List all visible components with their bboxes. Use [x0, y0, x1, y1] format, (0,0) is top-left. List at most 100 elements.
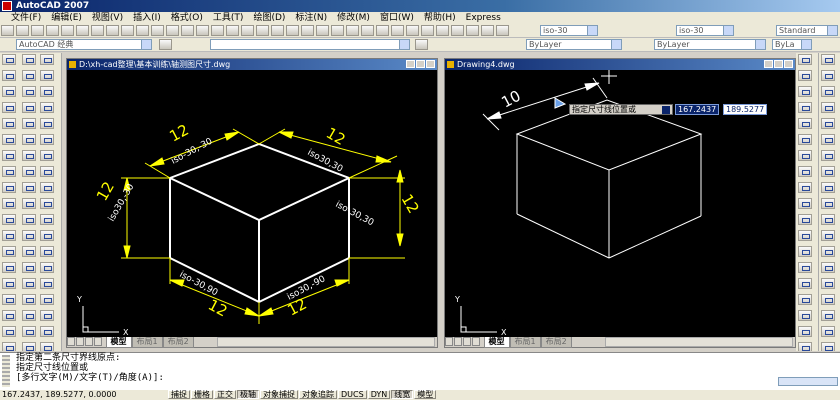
dim-style-combo-1[interactable]: iso-30	[540, 25, 598, 36]
side-tool-icon[interactable]	[821, 342, 835, 351]
workspace-combo[interactable]: AutoCAD 经典	[16, 39, 152, 50]
side-tool-icon[interactable]	[22, 102, 36, 113]
side-tool-icon[interactable]	[40, 134, 54, 145]
workspace-settings-icon[interactable]	[159, 39, 172, 50]
drawing-window-2[interactable]: Drawing4.dwg 10 Y X 指定尺寸线位置或 167.2437 18…	[444, 58, 796, 348]
side-tool-icon[interactable]	[798, 166, 812, 177]
minimize-button[interactable]	[406, 60, 415, 68]
side-tool-icon[interactable]	[2, 86, 16, 97]
toolbar-tool-icon[interactable]	[376, 25, 389, 36]
side-tool-icon[interactable]	[2, 102, 16, 113]
menu-item[interactable]: 插入(I)	[128, 12, 166, 24]
plot-style-combo[interactable]: ByLa	[772, 39, 812, 50]
side-tool-icon[interactable]	[2, 326, 16, 337]
next-tab-icon[interactable]	[85, 337, 93, 346]
toolbar-tool-icon[interactable]	[181, 25, 194, 36]
side-tool-icon[interactable]	[798, 150, 812, 161]
status-mode-button[interactable]: 正交	[214, 390, 236, 399]
menu-item[interactable]: 帮助(H)	[419, 12, 461, 24]
side-tool-icon[interactable]	[821, 102, 835, 113]
status-mode-button[interactable]: 线宽	[391, 390, 414, 399]
toolbar-tool-icon[interactable]	[76, 25, 89, 36]
tab-model[interactable]: 模型	[483, 337, 510, 348]
toolbar-tool-icon[interactable]	[31, 25, 44, 36]
menu-item[interactable]: Express	[461, 12, 506, 24]
side-tool-icon[interactable]	[798, 326, 812, 337]
toolbar-tool-icon[interactable]	[361, 25, 374, 36]
side-tool-icon[interactable]	[798, 294, 812, 305]
side-tool-icon[interactable]	[2, 70, 16, 81]
command-line[interactable]: 指定第二条尺寸界线原点: 指定尺寸线位置或 [多行文字(M)/文字(T)/角度(…	[0, 352, 840, 390]
side-tool-icon[interactable]	[798, 182, 812, 193]
side-tool-icon[interactable]	[821, 310, 835, 321]
next-tab-icon[interactable]	[463, 337, 471, 346]
side-tool-icon[interactable]	[821, 198, 835, 209]
layer-previous-icon[interactable]	[415, 39, 428, 50]
side-tool-icon[interactable]	[40, 54, 54, 65]
side-tool-icon[interactable]	[22, 166, 36, 177]
toolbar-tool-icon[interactable]	[226, 25, 239, 36]
toolbar-tool-icon[interactable]	[481, 25, 494, 36]
toolbar-tool-icon[interactable]	[436, 25, 449, 36]
layer-combo[interactable]	[210, 39, 410, 50]
model-space-canvas-1[interactable]: 12 12 12 12 12 12 iso-30,-30 iso30,30 is…	[67, 70, 437, 337]
menu-item[interactable]: 编辑(E)	[46, 12, 87, 24]
toolbar-tool-icon[interactable]	[1, 25, 14, 36]
side-tool-icon[interactable]	[798, 342, 812, 351]
toolbar-tool-icon[interactable]	[316, 25, 329, 36]
side-tool-icon[interactable]	[40, 262, 54, 273]
command-prompt-line[interactable]: [多行文字(M)/文字(T)/角度(A)]:	[16, 373, 840, 383]
menu-item[interactable]: 视图(V)	[87, 12, 128, 24]
toolbar-tool-icon[interactable]	[151, 25, 164, 36]
side-tool-icon[interactable]	[821, 214, 835, 225]
side-tool-icon[interactable]	[798, 86, 812, 97]
side-tool-icon[interactable]	[798, 198, 812, 209]
side-tool-icon[interactable]	[798, 54, 812, 65]
status-mode-button[interactable]: 对象捕捉	[260, 390, 298, 399]
menu-item[interactable]: 修改(M)	[332, 12, 375, 24]
close-button[interactable]	[426, 60, 435, 68]
side-tool-icon[interactable]	[821, 118, 835, 129]
side-tool-icon[interactable]	[821, 326, 835, 337]
dim-style-combo-2[interactable]: iso-30	[676, 25, 734, 36]
side-tool-icon[interactable]	[798, 118, 812, 129]
side-tool-icon[interactable]	[2, 342, 16, 351]
close-button[interactable]	[784, 60, 793, 68]
side-tool-icon[interactable]	[2, 214, 16, 225]
status-mode-button[interactable]: 栅格	[191, 390, 213, 399]
toolbar-tool-icon[interactable]	[451, 25, 464, 36]
side-tool-icon[interactable]	[2, 278, 16, 289]
status-mode-button[interactable]: 对象追踪	[299, 390, 337, 399]
side-tool-icon[interactable]	[22, 262, 36, 273]
dynamic-input-y[interactable]: 189.5277	[723, 104, 767, 115]
side-tool-icon[interactable]	[22, 310, 36, 321]
side-tool-icon[interactable]	[40, 150, 54, 161]
side-tool-icon[interactable]	[22, 70, 36, 81]
status-mode-button[interactable]: DUCS	[338, 390, 367, 399]
side-tool-icon[interactable]	[821, 294, 835, 305]
side-tool-icon[interactable]	[40, 70, 54, 81]
side-tool-icon[interactable]	[40, 246, 54, 257]
toolbar-tool-icon[interactable]	[61, 25, 74, 36]
restore-button[interactable]	[416, 60, 425, 68]
side-tool-icon[interactable]	[22, 342, 36, 351]
side-tool-icon[interactable]	[2, 198, 16, 209]
side-tool-icon[interactable]	[22, 134, 36, 145]
toolbar-tool-icon[interactable]	[331, 25, 344, 36]
side-tool-icon[interactable]	[798, 278, 812, 289]
side-tool-icon[interactable]	[40, 166, 54, 177]
toolbar-tool-icon[interactable]	[241, 25, 254, 36]
tab-layout1[interactable]: 布局1	[131, 337, 163, 348]
side-tool-icon[interactable]	[821, 70, 835, 81]
color-combo[interactable]: ByLayer	[526, 39, 622, 50]
side-tool-icon[interactable]	[2, 230, 16, 241]
toolbar-tool-icon[interactable]	[91, 25, 104, 36]
side-tool-icon[interactable]	[40, 198, 54, 209]
toolbar-tool-icon[interactable]	[121, 25, 134, 36]
status-mode-button[interactable]: 模型	[414, 390, 437, 399]
first-tab-icon[interactable]	[445, 337, 453, 346]
dropdown-arrow-icon[interactable]	[662, 106, 670, 114]
menu-item[interactable]: 标注(N)	[290, 12, 332, 24]
status-mode-button[interactable]: DYN	[367, 390, 391, 399]
toolbar-tool-icon[interactable]	[256, 25, 269, 36]
